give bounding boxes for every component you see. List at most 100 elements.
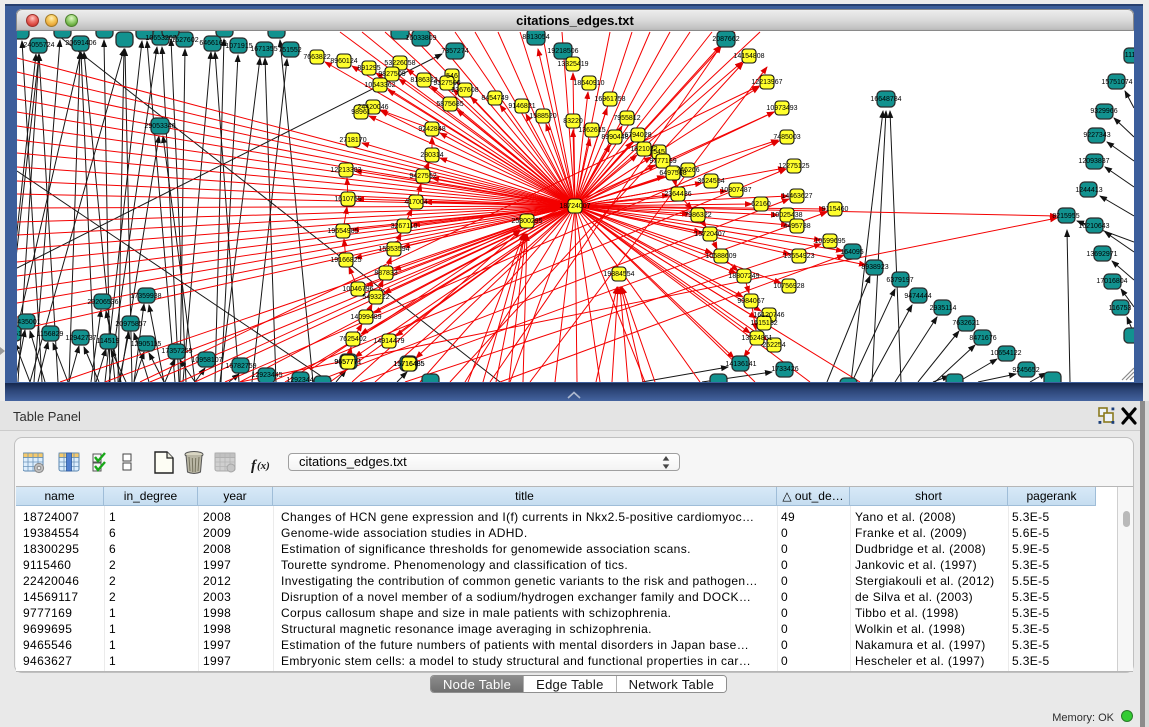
svg-text:17016804: 17016804 [1096,278,1127,285]
svg-text:7357274: 7357274 [441,48,468,55]
svg-text:7955812: 7955812 [613,115,640,122]
svg-text:10958107: 10958107 [191,357,222,364]
svg-text:8938923: 8938923 [861,264,888,271]
svg-text:6794028: 6794028 [624,132,651,139]
svg-text:10699695: 10699695 [814,238,845,245]
svg-text:2367608: 2367608 [451,87,478,94]
svg-text:10025438: 10025438 [771,212,802,219]
svg-text:746266: 746266 [676,167,699,174]
svg-text:1527602: 1527602 [171,37,198,44]
svg-text:1156829: 1156829 [37,331,64,338]
svg-text:9474444: 9474444 [904,293,931,300]
svg-text:10543362: 10543362 [364,82,395,89]
svg-text:2718170: 2718170 [339,137,366,144]
svg-text:16210643: 16210643 [1078,223,1109,230]
svg-text:7632621: 7632621 [952,320,979,327]
svg-text:(x): (x) [257,460,270,472]
svg-text:5875685: 5875685 [436,101,463,108]
svg-text:546: 546 [446,73,458,80]
svg-text:13692971: 13692971 [1086,251,1117,258]
svg-text:15720407: 15720407 [694,231,725,238]
svg-text:20691406: 20691406 [65,40,96,47]
svg-text:10807487: 10807487 [720,187,751,194]
svg-text:9427552: 9427552 [409,173,436,180]
svg-text:20206536: 20206536 [87,299,118,306]
svg-text:1610755: 1610755 [334,196,361,203]
svg-text:16033809: 16033809 [405,35,436,42]
svg-text:14099489: 14099489 [350,314,381,321]
svg-text:16648784: 16648784 [870,96,901,103]
svg-text:12093837: 12093837 [1078,158,1109,165]
svg-text:6466160: 6466160 [199,40,226,47]
svg-text:9146821: 9146821 [508,103,535,110]
svg-text:164095: 164095 [840,249,863,256]
svg-text:1292344: 1292344 [286,377,313,382]
svg-text:7663822: 7663822 [303,54,330,61]
svg-text:8215955: 8215955 [1052,213,1079,220]
svg-text:3624554: 3624554 [697,178,724,185]
svg-text:24055724: 24055724 [23,42,54,49]
svg-text:114519: 114519 [97,338,120,345]
svg-text:19384554: 19384554 [603,271,634,278]
svg-text:53226058: 53226058 [384,60,415,67]
svg-text:1671355: 1671355 [250,46,277,53]
svg-text:5493222: 5493222 [362,294,389,301]
svg-text:25300295: 25300295 [511,218,542,225]
svg-text:280314: 280314 [420,152,443,159]
svg-text:19654985: 19654985 [327,228,358,235]
svg-text:9327508: 9327508 [433,80,460,87]
svg-text:18640910: 18640910 [573,80,604,87]
svg-text:9245652: 9245652 [1012,367,1039,374]
svg-text:14136141: 14136141 [725,361,756,368]
svg-text:9329966: 9329966 [1090,108,1117,115]
svg-text:9115460: 9115460 [822,206,849,213]
svg-text:1117: 1117 [1125,52,1134,59]
svg-text:17357255: 17357255 [161,348,192,355]
svg-text:98961: 98961 [351,109,371,116]
svg-text:1244413: 1244413 [1075,187,1102,194]
svg-text:10973493: 10973493 [766,105,797,112]
svg-text:13524851: 13524851 [741,335,772,342]
svg-text:9227343: 9227343 [1083,132,1110,139]
svg-text:2935114: 2935114 [930,305,957,312]
svg-text:18724007: 18724007 [559,203,590,210]
svg-text:15353594: 15353594 [378,246,409,253]
svg-text:1588520: 1588520 [529,113,556,120]
svg-text:18807249: 18807249 [728,273,759,280]
svg-text:14154808: 14154808 [733,53,764,60]
svg-text:9777169: 9777169 [649,158,676,165]
svg-text:1071915: 1071915 [225,43,252,50]
svg-text:13325419: 13325419 [557,61,588,68]
svg-text:16120746: 16120746 [753,312,784,319]
svg-text:16961758: 16961758 [594,96,625,103]
svg-text:19166825: 19166825 [330,257,361,264]
svg-text:12905115: 12905115 [131,341,162,348]
svg-text:9657771: 9657771 [334,359,361,366]
svg-text:7625402: 7625402 [339,336,366,343]
svg-text:1733426: 1733426 [771,366,798,373]
svg-text:9827509: 9827509 [378,71,405,78]
svg-text:10756928: 10756928 [773,283,804,290]
svg-text:116753: 116753 [1109,305,1132,312]
svg-text:1615132: 1615132 [750,320,777,327]
svg-text:14914479: 14914479 [373,338,404,345]
svg-text:8471676: 8471676 [969,335,996,342]
svg-text:252254: 252254 [762,342,785,349]
svg-text:12923445: 12923445 [251,372,282,379]
svg-text:29053346: 29053346 [144,123,175,130]
svg-text:83220: 83220 [563,118,583,125]
svg-text:15716485: 15716485 [393,361,424,368]
svg-text:39151: 39151 [17,331,22,338]
svg-text:3267110: 3267110 [391,223,418,230]
svg-text:2087662: 2087662 [712,36,739,43]
svg-text:10046796: 10046796 [342,286,373,293]
svg-text:14463627: 14463627 [781,193,812,200]
svg-text:8454749: 8454749 [481,95,508,102]
svg-text:12213967: 12213967 [751,79,782,86]
svg-text:1362615: 1362615 [578,127,605,134]
svg-text:7485003: 7485003 [773,134,800,141]
svg-text:62160: 62160 [751,201,771,208]
svg-text:2435001: 2435001 [17,319,41,326]
svg-text:545: 545 [653,149,665,156]
svg-text:13654923: 13654923 [783,253,814,260]
